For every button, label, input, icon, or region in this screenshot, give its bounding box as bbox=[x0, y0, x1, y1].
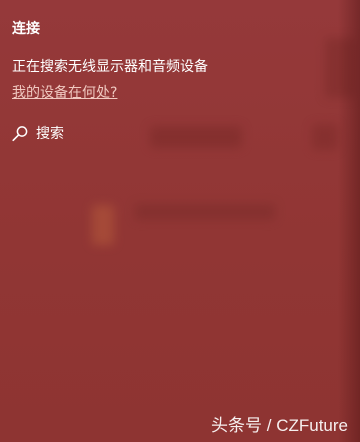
search-button[interactable]: 搜索 bbox=[11, 123, 64, 145]
status-text: 正在搜索无线显示器和音频设备 bbox=[12, 59, 208, 75]
watermark: 头条号 / CZFuture bbox=[211, 416, 348, 435]
search-icon bbox=[11, 125, 29, 143]
search-label: 搜索 bbox=[36, 126, 64, 142]
blurred-background-shape bbox=[150, 126, 242, 148]
panel-edge-shade bbox=[338, 0, 360, 442]
blurred-background-shape bbox=[135, 204, 275, 220]
connect-panel: 连接 正在搜索无线显示器和音频设备 我的设备在何处? 搜索 bbox=[0, 0, 360, 442]
blurred-background-shape bbox=[312, 124, 338, 150]
help-link[interactable]: 我的设备在何处? bbox=[12, 84, 117, 102]
blurred-background-shape bbox=[92, 205, 114, 245]
panel-title: 连接 bbox=[12, 21, 40, 37]
